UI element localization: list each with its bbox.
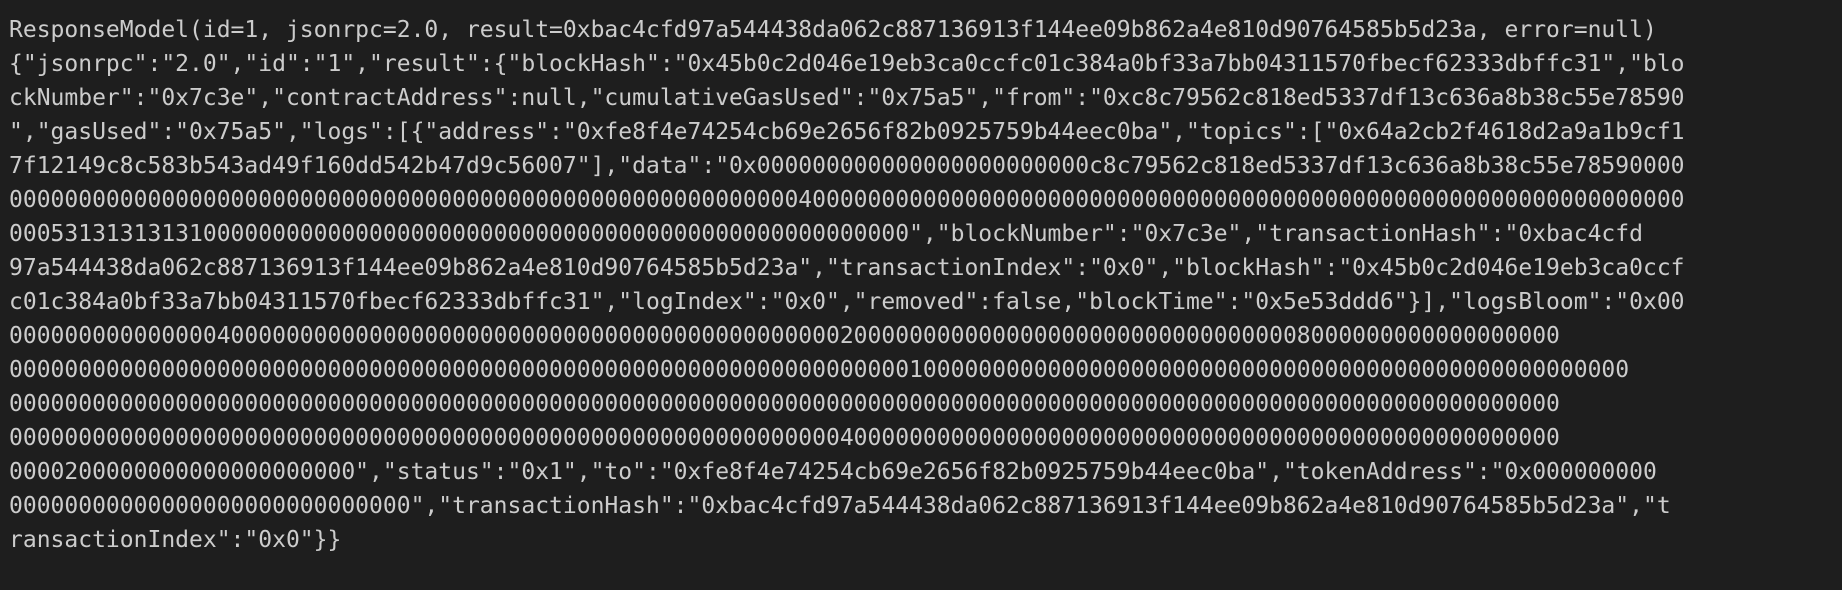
output-line: 0000200000000000000000000","status":"0x1… <box>9 459 1657 485</box>
output-line: 0000000000000000000000000000000000000000… <box>9 391 1560 417</box>
output-line: ","gasUsed":"0x75a5","logs":[{"address":… <box>9 119 1685 145</box>
output-line: ransactionIndex":"0x0"}} <box>9 527 342 553</box>
output-line: c01c384a0bf33a7bb04311570fbecf62333dbffc… <box>9 289 1685 315</box>
output-line: 0005313131313100000000000000000000000000… <box>9 221 1643 247</box>
output-line: ckNumber":"0x7c3e","contractAddress":nul… <box>9 85 1685 111</box>
terminal-output[interactable]: ResponseModel(id=1, jsonrpc=2.0, result=… <box>0 0 1842 590</box>
output-line: 0000000000000000000000000000000000000000… <box>9 425 1560 451</box>
output-line: 00000000000000000000000000000","transact… <box>9 493 1671 519</box>
output-line: 97a544438da062c887136913f144ee09b862a4e8… <box>9 255 1685 281</box>
output-line: 0000000000000000000000000000000000000000… <box>9 187 1685 213</box>
output-line: 0000000000000004000000000000000000000000… <box>9 323 1560 349</box>
output-line: {"jsonrpc":"2.0","id":"1","result":{"blo… <box>9 51 1685 77</box>
output-line: 0000000000000000000000000000000000000000… <box>9 357 1630 383</box>
output-line: 7f12149c8c583b543ad49f160dd542b47d9c5600… <box>9 153 1685 179</box>
output-line: ResponseModel(id=1, jsonrpc=2.0, result=… <box>9 17 1657 43</box>
